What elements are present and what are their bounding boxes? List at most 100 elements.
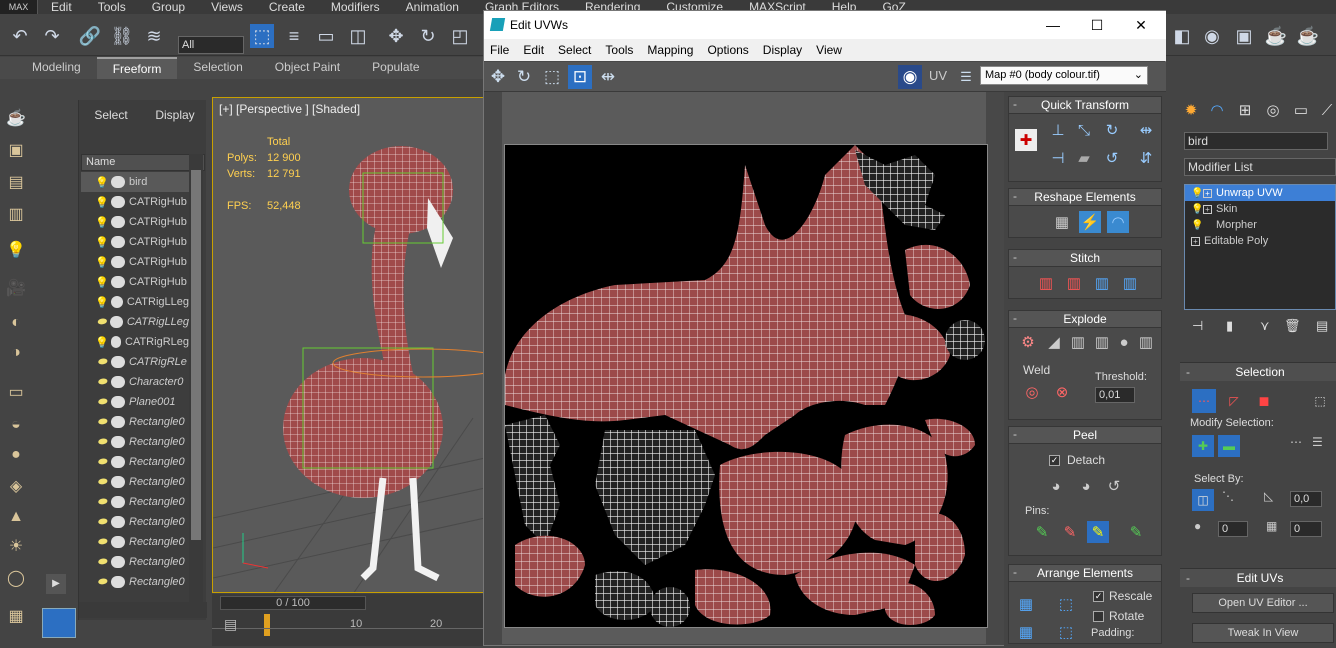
list-item[interactable]: ⬬ Rectangle0	[81, 532, 189, 552]
grow-selection-icon[interactable]: ✚	[1192, 435, 1214, 457]
rotate-ccw-icon[interactable]: ↺	[1101, 147, 1123, 169]
bulb-icon[interactable]: 💡	[95, 336, 109, 349]
matid-input[interactable]: 0	[1290, 521, 1322, 537]
rotate-icon[interactable]: ↻	[512, 65, 536, 89]
app-logo[interactable]: MAX	[0, 0, 38, 14]
tweak-in-view-button[interactable]: Tweak In View	[1192, 623, 1334, 643]
list-item[interactable]: ⬬ Character0	[81, 372, 189, 392]
bulb-icon[interactable]: 💡	[95, 176, 109, 189]
display-tab-icon[interactable]: ▭	[1290, 100, 1312, 122]
modify-tab-icon[interactable]: ◠	[1206, 100, 1228, 122]
list-item[interactable]: 💡 CATRigHub	[81, 192, 189, 212]
maximize-icon[interactable]: ☐	[1086, 14, 1108, 36]
close-icon[interactable]: ✕	[1130, 14, 1152, 36]
hidden-icon[interactable]: ⬬	[95, 536, 109, 549]
rotate-cw-icon[interactable]: ↻	[1101, 119, 1123, 141]
open-uv-editor-button[interactable]: Open UV Editor ...	[1192, 593, 1334, 613]
basket-icon[interactable]: ◈	[5, 476, 27, 498]
cone-icon[interactable]: ▲	[5, 506, 27, 528]
list-icon[interactable]: ▥	[5, 204, 27, 226]
disk-icon[interactable]: ◯	[5, 568, 27, 590]
hidden-icon[interactable]: ⬬	[95, 476, 109, 489]
map-select-dropdown[interactable]: Map #0 (body colour.tif) ⌄	[980, 66, 1148, 85]
make-unique-icon[interactable]: ⋎	[1260, 318, 1270, 334]
menu-create[interactable]: Create	[256, 0, 318, 14]
align-y-icon[interactable]: ⊣	[1047, 147, 1069, 169]
uvw-menu-display[interactable]: Display	[757, 43, 810, 57]
list-item[interactable]: ⬬ Rectangle0	[81, 432, 189, 452]
freeform-icon[interactable]: ⊡	[568, 65, 592, 89]
edge-mode-icon[interactable]: ◸	[1222, 389, 1246, 413]
helper-icon[interactable]: ◐	[5, 312, 27, 334]
hidden-icon[interactable]: ⬬	[95, 576, 109, 589]
select-by-name-icon[interactable]: ≡	[282, 24, 306, 48]
uvw-menu-file[interactable]: File	[484, 43, 517, 57]
configure-sets-icon[interactable]: ▤	[1316, 318, 1328, 334]
uvw-menu-tools[interactable]: Tools	[599, 43, 641, 57]
flatten-settings-icon[interactable]: ▥	[1135, 331, 1157, 353]
material-editor-icon[interactable]: ◉	[1200, 24, 1224, 48]
scale-icon[interactable]: ◰	[448, 24, 472, 48]
mini-curve-editor-icon[interactable]: ▤	[224, 616, 237, 633]
select-by-matid-icon[interactable]: ▦	[1266, 519, 1277, 533]
ring-icon[interactable]: ☰	[1312, 435, 1323, 449]
element-mode-icon[interactable]: ⬚	[1308, 389, 1332, 413]
loop-icon[interactable]: ⋯	[1290, 435, 1302, 449]
list-item[interactable]: ⬬ Plane001	[81, 392, 189, 412]
hidden-icon[interactable]: ⬬	[95, 376, 109, 389]
explorer-hscrollbar[interactable]	[79, 602, 207, 618]
shrink-selection-icon[interactable]: ▬	[1218, 435, 1240, 457]
pivot-icon[interactable]: ✚	[1015, 129, 1037, 151]
hierarchy-tab-icon[interactable]: ⊞	[1234, 100, 1256, 122]
select-object-icon[interactable]: ⬚	[250, 24, 274, 48]
uvw-menu-edit[interactable]: Edit	[517, 43, 552, 57]
stitch-average-icon[interactable]: ▥	[1119, 272, 1141, 294]
minimize-icon[interactable]: —	[1042, 14, 1064, 36]
stack-item-unwrap-uvw[interactable]: 💡 + Unwrap UVW	[1185, 185, 1335, 201]
detach-edge-icon[interactable]: ◢	[1043, 331, 1065, 353]
rotate-icon[interactable]: ↻	[416, 24, 440, 48]
stitch-custom-icon[interactable]: ▥	[1035, 272, 1057, 294]
ignore-backfacing-icon[interactable]: ◫	[1192, 489, 1214, 511]
reset-peel-icon[interactable]: ↺	[1103, 475, 1125, 497]
hidden-icon[interactable]: ⬬	[95, 516, 109, 529]
list-item[interactable]: 💡 CATRigHub	[81, 272, 189, 292]
face-mode-icon[interactable]: ■	[1252, 389, 1276, 413]
teapot-icon[interactable]: ☕	[5, 108, 27, 130]
weld-selected-icon[interactable]: ◎	[1021, 381, 1043, 403]
list-item[interactable]: ⬬ Rectangle0	[81, 412, 189, 432]
stack-item-skin[interactable]: 💡 + Skin	[1185, 201, 1335, 217]
uvw-menu-select[interactable]: Select	[552, 43, 599, 57]
sun-icon[interactable]: ☀	[5, 536, 27, 558]
object-name-field[interactable]: bird	[1184, 132, 1328, 150]
time-slider[interactable]: 0 / 100	[220, 596, 366, 610]
unpin-icon[interactable]: ✎	[1059, 521, 1081, 543]
camera-object-icon[interactable]: 🎥	[5, 278, 27, 300]
stitch-source-icon[interactable]: ▥	[1091, 272, 1113, 294]
bulb-icon[interactable]: 💡	[95, 196, 109, 209]
flatten-material-icon[interactable]: ●	[1113, 331, 1135, 353]
list-icon[interactable]: ☰	[954, 65, 978, 89]
bind-spacewarp-icon[interactable]: ≋	[142, 24, 166, 48]
link-icon[interactable]: 🔗	[78, 24, 102, 48]
list-item[interactable]: 💡 CATRigHub	[81, 212, 189, 232]
list-item[interactable]: 💡 CATRigHub	[81, 232, 189, 252]
list-item[interactable]: ⬬ Rectangle0	[81, 572, 189, 592]
sphere-icon[interactable]: ●	[5, 444, 27, 466]
peel-mode-icon[interactable]: ◕	[1075, 475, 1097, 497]
uv-canvas[interactable]	[504, 144, 988, 628]
flatten-by-smooth-icon[interactable]: ▥	[1091, 331, 1113, 353]
tab-select[interactable]: Select	[79, 100, 143, 130]
uvw-menu-mapping[interactable]: Mapping	[641, 43, 701, 57]
column-header-name[interactable]: Name	[81, 154, 205, 171]
hidden-icon[interactable]: ⬬	[95, 356, 109, 369]
camera-icon[interactable]: ▣	[5, 140, 27, 162]
tab-populate[interactable]: Populate	[356, 57, 435, 79]
uvw-titlebar[interactable]: Edit UVWs — ☐ ✕	[484, 11, 1166, 39]
motion-tab-icon[interactable]: ◎	[1262, 100, 1284, 122]
bulb-icon[interactable]: 💡	[1191, 188, 1203, 199]
planar-angle-icon[interactable]: ◺	[1264, 489, 1273, 503]
hidden-icon[interactable]: ⬬	[95, 436, 109, 449]
list-item[interactable]: ⬬ Rectangle0	[81, 552, 189, 572]
planar-angle-input[interactable]: 0,0	[1290, 491, 1322, 507]
